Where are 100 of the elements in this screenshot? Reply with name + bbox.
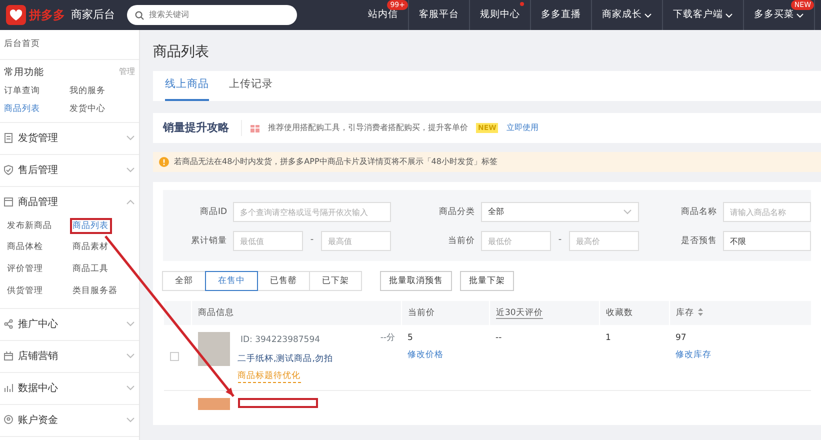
status-tab[interactable]: 已售罄 (257, 271, 310, 291)
section-title: 常用功能 (4, 66, 44, 80)
score-text: --分 (380, 332, 396, 345)
menu-section[interactable]: 发货管理 (0, 122, 139, 154)
input-field[interactable]: 最低值 (233, 231, 303, 251)
input-field[interactable]: 最低价 (481, 231, 551, 251)
chevron-down-icon (644, 12, 652, 18)
nav-link[interactable]: 规则中心 (470, 0, 531, 30)
sidebar-link[interactable]: 后台首页 (4, 39, 40, 49)
sidebar-link[interactable]: 商品列表 (70, 218, 112, 234)
column-header: 收藏数 (600, 301, 670, 325)
product-title[interactable]: 二手纸杯,测试商品,勿拍 (238, 352, 396, 366)
chevron-down-icon (126, 321, 135, 327)
nav-link[interactable]: 下载客户端 (663, 0, 744, 30)
bar-chart-icon (4, 383, 13, 393)
chevron-down-icon (126, 167, 135, 173)
tab[interactable]: 上传记录 (229, 71, 273, 101)
filter-label: 当前价 (447, 234, 475, 248)
stock-count: 97 (676, 332, 686, 345)
sidebar-link[interactable]: 发布新商品 (4, 218, 55, 234)
input-field[interactable]: 不限 (723, 231, 811, 251)
box-icon (4, 197, 13, 207)
app-title: 商家后台 (71, 6, 115, 23)
column-header: 商品信息 (192, 301, 402, 325)
chevron-down-icon (725, 12, 733, 18)
document-icon (4, 133, 13, 143)
share-icon (4, 319, 13, 329)
sidebar-link[interactable]: 发货中心 (70, 102, 106, 116)
sidebar-link[interactable]: 我的服务 (70, 85, 106, 98)
filter-label: 商品名称 (680, 206, 717, 218)
sort-icon (698, 308, 703, 316)
range-separator: - (557, 234, 563, 248)
price-text: 5 (408, 332, 413, 345)
sidebar-link[interactable]: 评价管理 (4, 261, 46, 278)
menu-section[interactable]: 账户资金 (0, 404, 139, 436)
status-tab[interactable]: 已下架 (309, 271, 362, 291)
shop-icon (4, 351, 13, 361)
input-field[interactable]: 最高价 (569, 231, 639, 251)
heart-logo-icon (6, 5, 26, 25)
search-field[interactable]: 搜索关键词 (127, 5, 297, 25)
search-icon (135, 10, 144, 20)
filter-label: 商品ID (198, 206, 227, 218)
notice-text: 若商品无法在48小时内发货，拼多多APP中商品卡片及详情页将不展示「48小时发货」标签 (174, 156, 498, 168)
sidebar-link[interactable]: 类目服务器 (70, 282, 120, 300)
sidebar-link[interactable]: 商品体检 (4, 239, 46, 256)
photo-placeholder (198, 332, 230, 366)
chevron-down-icon (126, 353, 135, 359)
input-field[interactable]: 请输入商品名称 (723, 202, 811, 222)
sidebar-link[interactable]: 供货管理 (4, 282, 46, 300)
edit-link[interactable]: 修改库存 (676, 348, 712, 362)
menu-section[interactable]: 推广中心 (0, 308, 139, 340)
sidebar-link[interactable]: 商品工具 (70, 261, 112, 278)
tab[interactable]: 线上商品 (165, 71, 209, 101)
sidebar-link[interactable]: 订单查询 (4, 85, 40, 98)
promo-text: 推荐使用搭配购工具，引导消费者搭配购买，提升客单价 (268, 122, 468, 134)
sidebar-link[interactable]: 商品列表 (4, 102, 40, 116)
product-id: ID: 394223987594 (240, 334, 322, 347)
chevron-up-icon (126, 199, 135, 205)
warning-tag: 商品标题待优化 (238, 370, 300, 384)
menu-section[interactable]: 售后管理 (0, 154, 139, 186)
nav-link[interactable]: 商家成长 (592, 0, 663, 30)
nav-link[interactable]: 多多直播 (531, 0, 592, 30)
table-header (164, 301, 192, 325)
checkbox[interactable] (170, 352, 178, 361)
chevron-down-icon (623, 209, 632, 215)
status-tab[interactable]: 全部 (162, 271, 206, 291)
chevron-down-icon (796, 12, 804, 18)
filter-label: 是否预售 (680, 234, 717, 248)
favorites-count: 1 (606, 332, 611, 345)
input-field[interactable]: 最高值 (321, 231, 391, 251)
logo-text: 拼多多 (29, 7, 65, 24)
edit-link[interactable]: 修改价格 (408, 348, 444, 362)
use-now-link[interactable]: 立即使用 (506, 122, 538, 134)
filter-label: 商品分类 (438, 206, 475, 218)
location-icon (4, 415, 13, 425)
chevron-down-icon (126, 417, 135, 423)
menu-section[interactable]: 店铺营销 (0, 340, 139, 372)
rating-text: -- (496, 332, 502, 345)
promo-title: 销量提升攻略 (163, 120, 242, 136)
nav-link[interactable]: 客服平台 (409, 0, 470, 30)
warning-icon (159, 157, 169, 167)
notification-dot (520, 2, 524, 6)
column-header[interactable]: 库存 (670, 301, 811, 325)
range-separator: - (309, 234, 315, 248)
shield-icon (4, 165, 13, 175)
chevron-down-icon (126, 385, 135, 391)
chevron-down-icon (126, 135, 135, 141)
gift-icon (250, 123, 260, 133)
column-header[interactable]: 近30天评价 (490, 301, 600, 325)
batch-button[interactable]: 批量取消预售 (380, 271, 452, 291)
filter-label: 累计销量 (190, 234, 227, 248)
batch-button[interactable]: 批量下架 (460, 271, 514, 291)
column-header: 当前价 (402, 301, 490, 325)
select-field[interactable]: 全部 (481, 202, 639, 222)
menu-section[interactable]: 商品管理 (0, 186, 139, 218)
input-field[interactable]: 多个查询请空格或逗号隔开依次输入 (233, 202, 391, 222)
page-title: 商品列表 (153, 43, 210, 62)
status-tab[interactable]: 在售中 (205, 271, 258, 291)
menu-section[interactable]: 数据中心 (0, 372, 139, 404)
sidebar-link[interactable]: 商品素材 (70, 239, 112, 256)
